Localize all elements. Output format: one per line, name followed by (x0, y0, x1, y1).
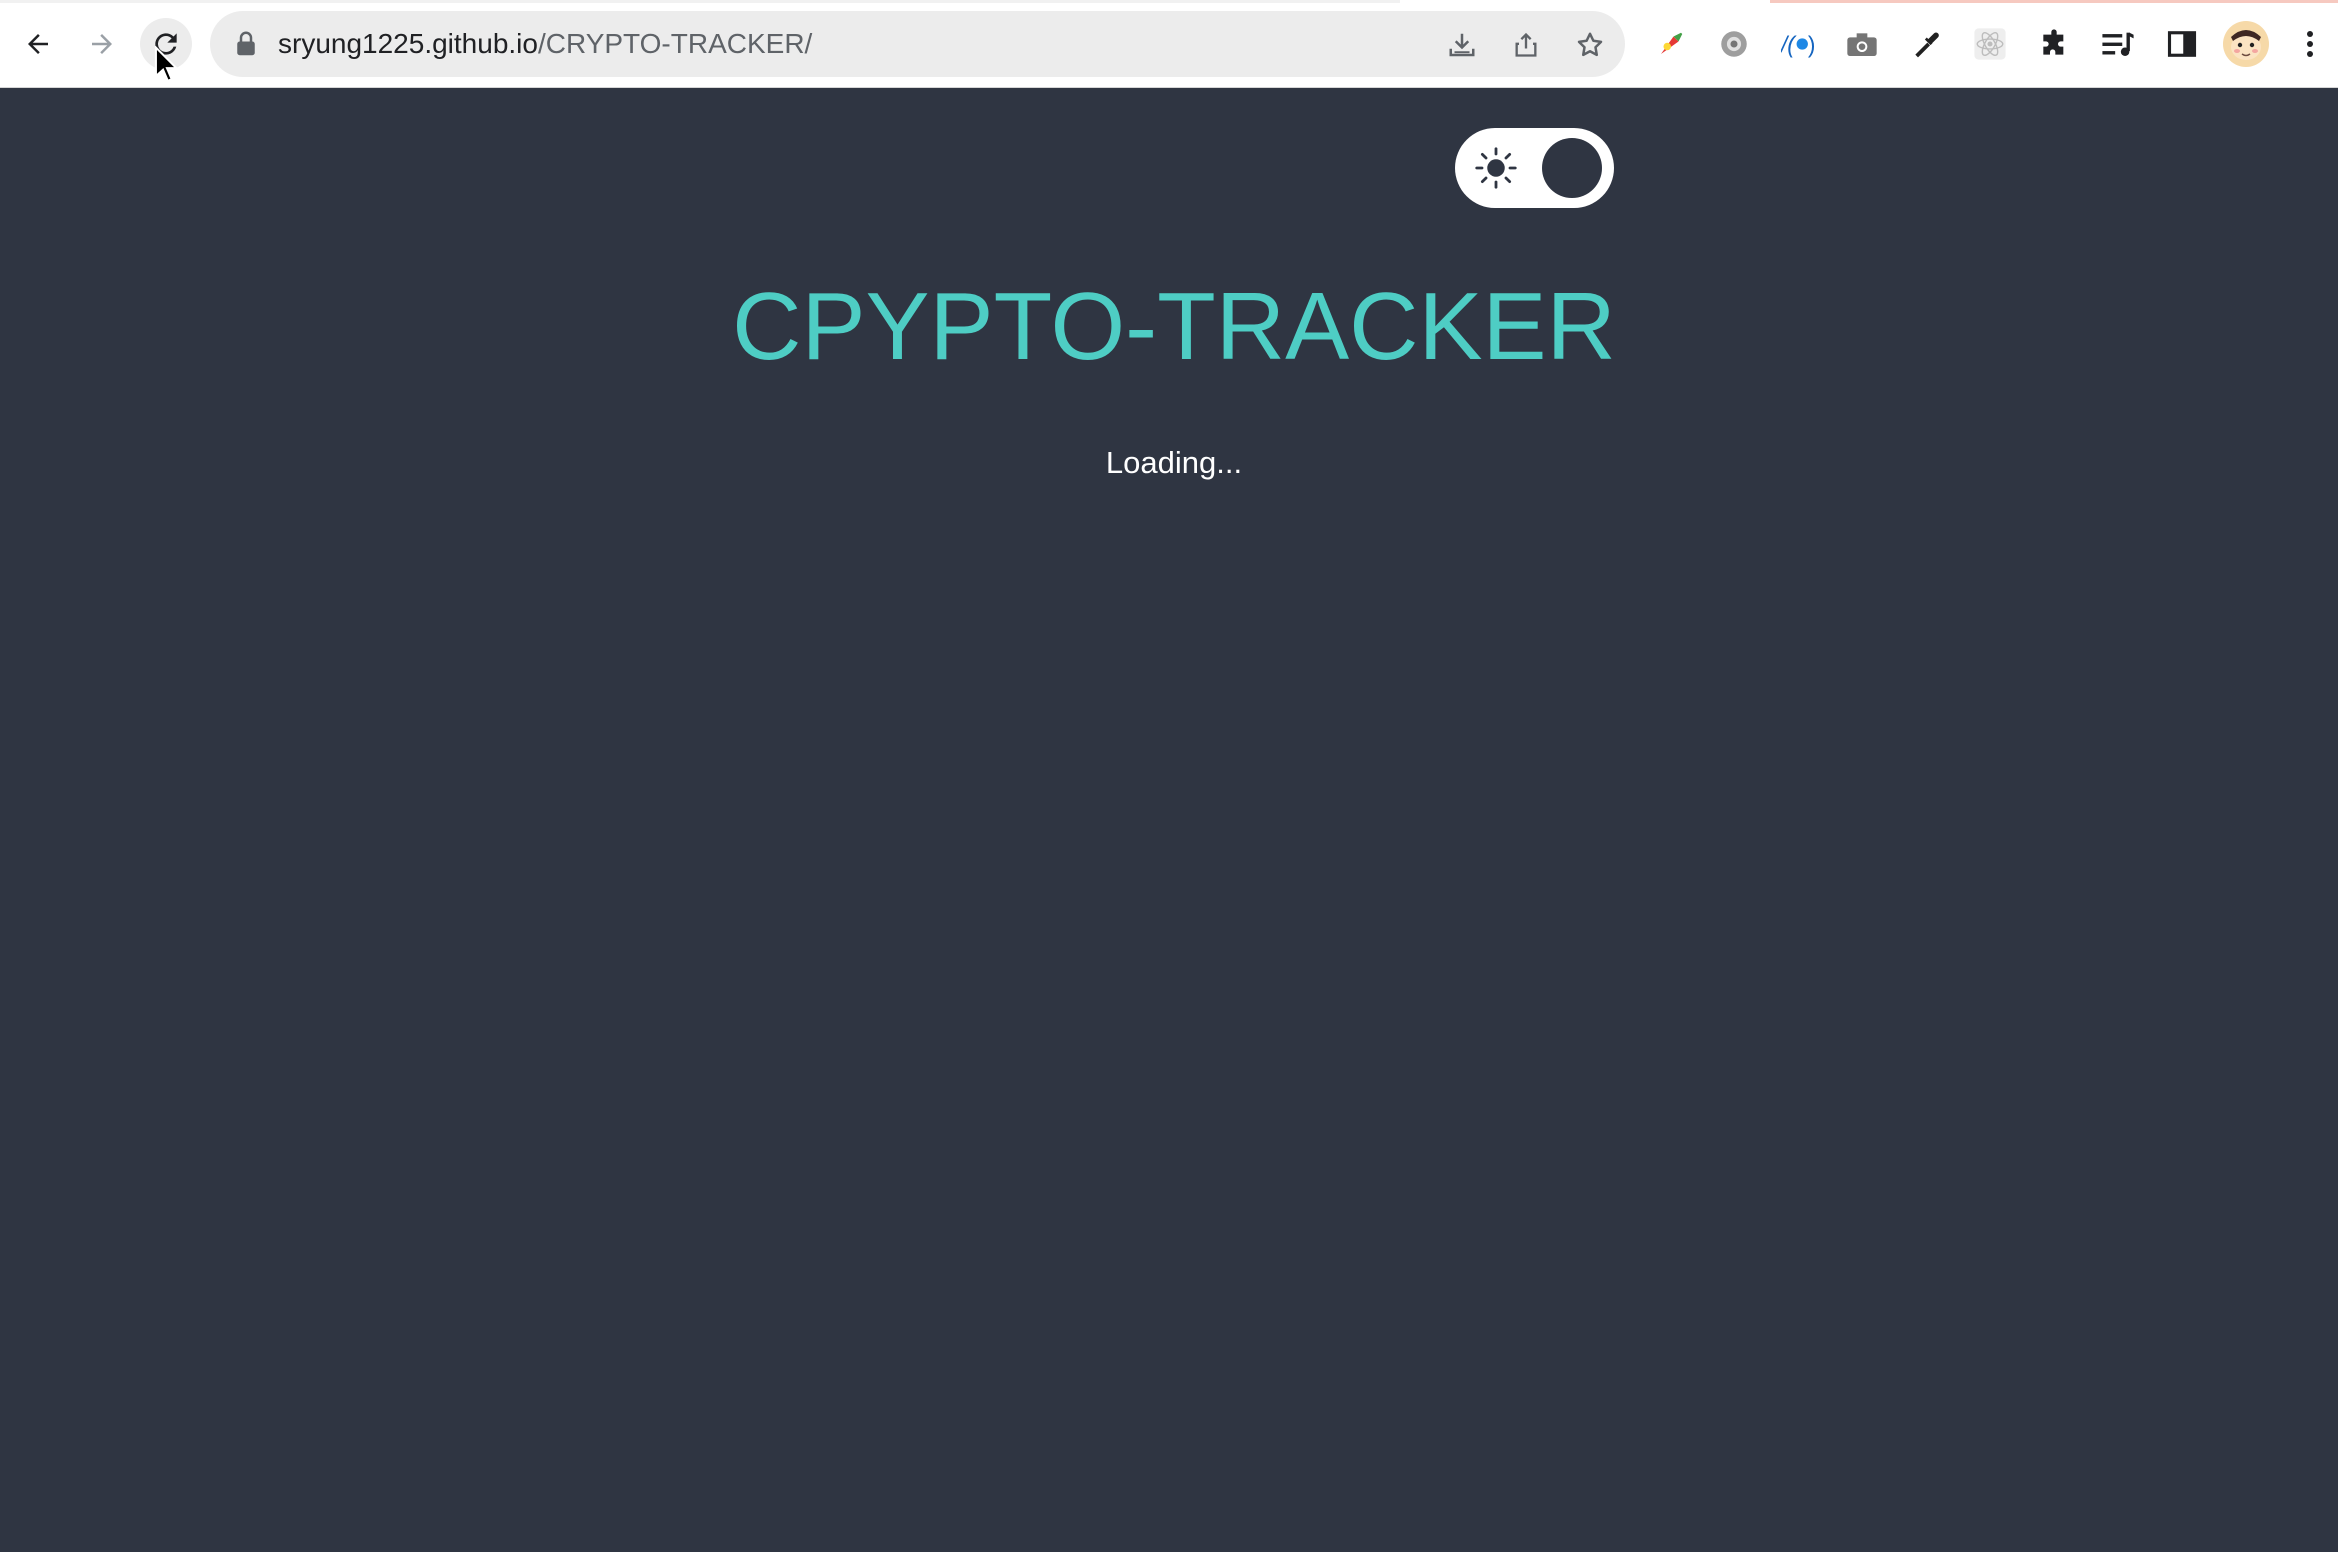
menu-kebab-icon[interactable] (2290, 24, 2330, 64)
side-panel-icon[interactable] (2162, 24, 2202, 64)
share-button[interactable] (1509, 28, 1543, 62)
install-app-icon (1449, 33, 1475, 57)
mouse-cursor-icon (154, 46, 179, 83)
sun-icon (1475, 147, 1517, 189)
browser-toolbar: sryung1225.github.io/CRYPTO-TRACKER/ /() (0, 0, 2338, 88)
settings-extension-icon[interactable] (1714, 24, 1754, 64)
url-text[interactable]: sryung1225.github.io/CRYPTO-TRACKER/ (278, 27, 812, 61)
profile-avatar[interactable] (2222, 20, 2270, 68)
puzzle-extensions-icon[interactable] (2034, 24, 2074, 64)
back-arrow-icon (28, 34, 48, 54)
svg-text:/(: /( (1781, 32, 1797, 58)
url-path: /CRYPTO-TRACKER/ (537, 28, 813, 59)
tab-strip-edge (1770, 0, 2338, 3)
eyedropper-extension-icon[interactable] (1906, 24, 1946, 64)
toggle-knob[interactable] (1542, 138, 1602, 198)
url-host: sryung1225.github.io (278, 28, 538, 59)
bookmark-button[interactable] (1573, 28, 1607, 62)
page-title: CPYPTO-TRACKER (732, 273, 1616, 380)
install-app-button[interactable] (1445, 28, 1479, 62)
share-icon (1515, 32, 1537, 57)
react-devtools-extension-icon[interactable] (1970, 24, 2010, 64)
address-bar[interactable]: sryung1225.github.io/CRYPTO-TRACKER/ (210, 11, 1625, 77)
color-picker-extension-icon[interactable] (1651, 24, 1691, 64)
loading-status: Loading... (1105, 445, 1243, 480)
api-extension-icon[interactable]: /() (1778, 24, 1818, 64)
forward-button[interactable] (76, 18, 128, 70)
bookmark-star-icon (1577, 32, 1603, 57)
media-control-icon[interactable] (2098, 24, 2138, 64)
tab-strip-edge (0, 0, 1400, 3)
lock-icon[interactable] (236, 31, 256, 57)
forward-arrow-icon (92, 34, 112, 54)
camera-extension-icon[interactable] (1842, 24, 1882, 64)
theme-toggle[interactable] (1455, 128, 1614, 208)
back-button[interactable] (12, 18, 64, 70)
svg-text:): ) (1808, 32, 1815, 58)
